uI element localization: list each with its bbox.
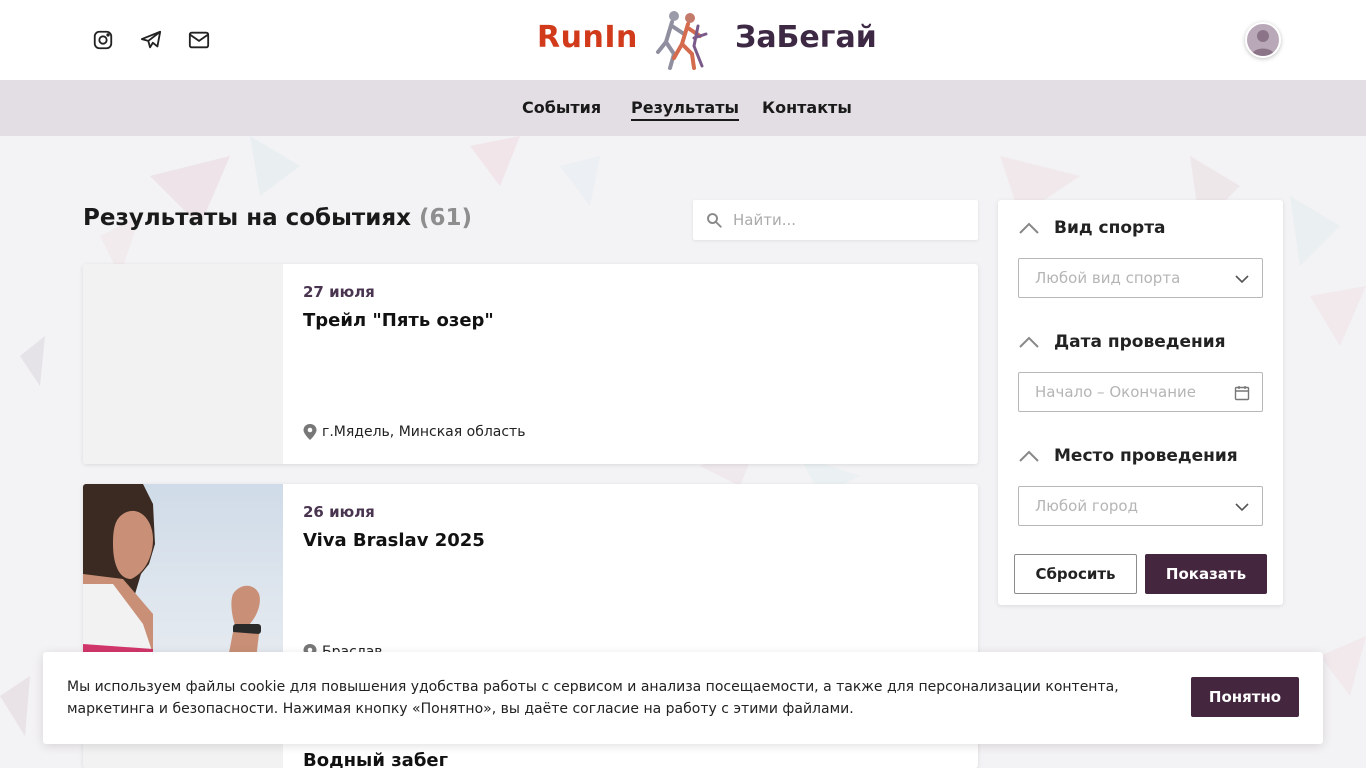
filter-date-toggle[interactable]: Дата проведения: [1018, 332, 1226, 352]
mail-link[interactable]: [187, 28, 211, 52]
show-results-button[interactable]: Показать: [1145, 554, 1267, 594]
page-title-text: Результаты на событиях: [83, 205, 411, 231]
user-avatar-button[interactable]: [1245, 22, 1281, 58]
top-header: RunIn ЗаБегай: [0, 0, 1366, 80]
mail-icon: [187, 28, 211, 52]
event-name[interactable]: Водный забег: [303, 750, 448, 768]
chevron-up-icon: [1019, 450, 1039, 462]
filter-sport-toggle[interactable]: Вид спорта: [1018, 218, 1166, 238]
chevron-down-icon: [1235, 503, 1249, 512]
event-name[interactable]: Viva Braslav 2025: [303, 530, 485, 551]
search-input[interactable]: [733, 200, 973, 240]
results-count: (61): [418, 205, 472, 231]
nav-events[interactable]: События: [522, 98, 601, 117]
city-select[interactable]: Любой город: [1018, 486, 1263, 526]
filter-place-toggle[interactable]: Место проведения: [1018, 446, 1238, 466]
cookie-accept-button[interactable]: Понятно: [1191, 677, 1299, 717]
sport-select[interactable]: Любой вид спорта: [1018, 258, 1263, 298]
telegram-icon: [139, 28, 163, 52]
calendar-icon: [1234, 386, 1250, 401]
instagram-link[interactable]: [91, 28, 115, 52]
event-date: 27 июля: [303, 283, 375, 301]
cookie-text: Мы используем файлы cookie для повышения…: [67, 679, 1119, 717]
date-range-placeholder: Начало – Окончание: [1035, 383, 1197, 401]
filter-sport-label: Вид спорта: [1054, 218, 1166, 238]
filter-date-label: Дата проведения: [1054, 332, 1226, 352]
brand-runin[interactable]: RunIn: [537, 20, 638, 55]
page-title: Результаты на событиях (61): [83, 205, 472, 231]
telegram-link[interactable]: [139, 28, 163, 52]
event-date: 26 июля: [303, 503, 375, 521]
event-card[interactable]: 27 июля Трейл "Пять озер" г.Мядель, Минс…: [83, 264, 978, 464]
chevron-up-icon: [1019, 222, 1039, 234]
event-place: г.Мядель, Минская область: [303, 424, 525, 440]
event-thumbnail[interactable]: [83, 264, 283, 464]
reset-filters-button[interactable]: Сбросить: [1014, 554, 1137, 594]
sport-select-placeholder: Любой вид спорта: [1035, 269, 1181, 287]
chevron-down-icon: [1235, 275, 1249, 284]
search-icon: [707, 213, 722, 228]
main-nav: События Результаты Контакты: [0, 80, 1366, 136]
nav-contacts[interactable]: Контакты: [762, 98, 852, 117]
runners-logo-icon[interactable]: [654, 8, 712, 72]
location-pin-icon: [303, 424, 317, 440]
search-box: [693, 200, 978, 240]
filter-place-label: Место проведения: [1054, 446, 1238, 466]
event-place-text: г.Мядель, Минская область: [322, 424, 526, 440]
user-avatar-icon: [1251, 30, 1275, 56]
filters-panel: Вид спорта Любой вид спорта Дата проведе…: [998, 200, 1283, 605]
nav-results[interactable]: Результаты: [631, 98, 739, 121]
cookie-banner: Мы используем файлы cookie для повышения…: [43, 652, 1323, 744]
brand-zabegai[interactable]: ЗаБегай: [735, 20, 877, 55]
city-select-placeholder: Любой город: [1035, 497, 1138, 515]
chevron-up-icon: [1019, 336, 1039, 348]
instagram-icon: [91, 28, 115, 52]
date-range-input[interactable]: Начало – Окончание: [1018, 372, 1263, 412]
event-name[interactable]: Трейл "Пять озер": [303, 310, 494, 331]
